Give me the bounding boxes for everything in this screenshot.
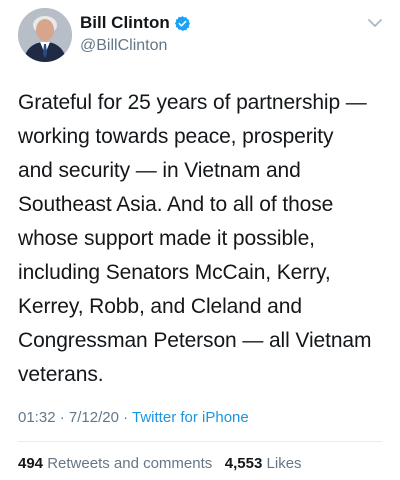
author-display-name[interactable]: Bill Clinton xyxy=(80,13,170,33)
likes-label: Likes xyxy=(266,455,302,472)
retweets-count: 494 xyxy=(18,455,44,472)
tweet-text: Grateful for 25 years of partnership — w… xyxy=(18,91,372,386)
tweet-card: Bill Clinton @BillClinton Grateful for 2… xyxy=(0,0,400,480)
meta-separator: · xyxy=(123,409,129,426)
divider xyxy=(18,441,382,442)
tweet-time: 01:32 xyxy=(18,409,56,426)
likes-count: 4,553 xyxy=(224,455,263,472)
avatar-portrait-image xyxy=(18,8,72,62)
tweet-date[interactable]: 7/12/20 xyxy=(69,409,119,426)
meta-separator: · xyxy=(59,409,65,426)
retweets-stat[interactable]: 494 Retweets and comments xyxy=(18,455,216,472)
author-name-row: Bill Clinton xyxy=(80,13,191,33)
avatar[interactable] xyxy=(18,8,72,62)
tweet-stats: 494 Retweets and comments 4,553 Likes xyxy=(18,455,302,472)
tweet-source-link[interactable]: Twitter for iPhone xyxy=(132,409,249,426)
tweet-meta: 01:32 · 7/12/20 · Twitter for iPhone xyxy=(18,409,249,426)
likes-stat[interactable]: 4,553 Likes xyxy=(225,455,302,472)
verified-badge-icon xyxy=(174,15,191,32)
chevron-down-icon[interactable] xyxy=(366,16,384,30)
author-handle[interactable]: @BillClinton xyxy=(80,37,167,55)
retweets-label: Retweets and comments xyxy=(47,455,213,472)
